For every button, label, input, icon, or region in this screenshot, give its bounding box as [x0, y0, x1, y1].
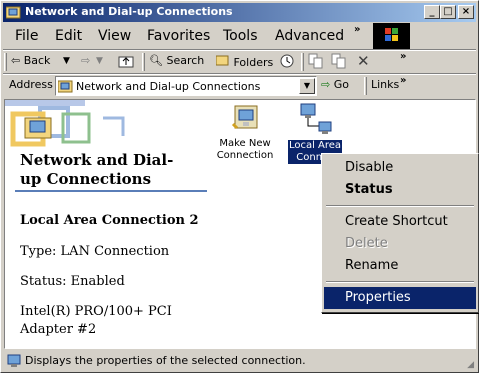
ctx-status[interactable]: Status — [324, 179, 476, 201]
toolbar-separator-2 — [301, 53, 304, 71]
webview-title-line2: up Connections — [20, 170, 152, 188]
forward-arrow-icon[interactable]: ⇨ — [81, 54, 90, 67]
toolbar-chevron[interactable]: » — [400, 51, 406, 62]
ctx-properties[interactable]: Properties — [324, 287, 476, 309]
search-label: Search — [166, 54, 205, 67]
device-name-line2: Adapter #2 — [20, 322, 97, 337]
ctx-separator-2 — [326, 281, 474, 283]
title-bar[interactable]: Network and Dial-up Connections _ □ × — [3, 3, 476, 22]
search-button[interactable]: 🔍︎ Search — [149, 54, 204, 67]
address-dropdown-icon[interactable]: ▼ — [299, 78, 315, 94]
device-name-line1: Intel(R) PRO/100+ PCI — [20, 304, 172, 319]
folders-icon — [215, 55, 234, 69]
context-menu: Disable Status Create Shortcut Delete Re… — [321, 153, 479, 313]
status-connection-icon — [7, 354, 23, 371]
forward-dropdown-icon[interactable]: ▼ — [96, 56, 103, 66]
minimize-button[interactable]: _ — [424, 5, 440, 19]
windows-logo-icon — [373, 23, 410, 49]
resize-grip-icon[interactable]: ◢ — [467, 360, 474, 370]
explorer-window: Network and Dial-up Connections _ □ × Fi… — [0, 0, 479, 373]
toolbar-grip[interactable] — [4, 53, 7, 71]
network-folder-icon — [5, 5, 22, 19]
links-chevron[interactable]: » — [400, 75, 406, 86]
toolbar-separator — [142, 53, 145, 71]
copy-to-icon[interactable] — [331, 53, 347, 72]
status-text: Displays the properties of the selected … — [25, 354, 306, 367]
local-area-connection-icon — [285, 102, 345, 140]
connection-status: Status: Enabled — [20, 274, 125, 289]
address-bar: Address Network and Dial-up Connections … — [3, 75, 476, 97]
folders-label: Folders — [233, 56, 274, 69]
search-icon: 🔍︎ — [149, 54, 163, 67]
address-folder-icon — [57, 79, 74, 96]
go-arrow-icon: ⇨ — [321, 78, 331, 91]
menu-edit[interactable]: Edit — [55, 28, 82, 44]
history-icon[interactable] — [279, 53, 295, 72]
ctx-delete: Delete — [345, 236, 388, 251]
webview-banner-graphic — [5, 100, 145, 153]
maximize-button[interactable]: □ — [440, 5, 456, 19]
go-button[interactable]: ⇨ Go — [321, 78, 349, 91]
menu-advanced[interactable]: Advanced — [275, 28, 344, 44]
webview-divider — [15, 190, 207, 192]
ctx-create-shortcut[interactable]: Create Shortcut — [324, 211, 476, 233]
back-dropdown-icon[interactable]: ▼ — [63, 56, 70, 66]
standard-toolbar: ⇦ Back ▼ ⇨ ▼ 🔍︎ Search Folders ✕ » — [3, 51, 476, 73]
webview-title: Network and Dial- up Connections — [20, 151, 173, 189]
window-title: Network and Dial-up Connections — [25, 5, 233, 18]
address-input[interactable]: Network and Dial-up Connections ▼ — [55, 76, 317, 96]
menu-file[interactable]: File — [15, 28, 38, 44]
ctx-separator-1 — [326, 205, 474, 207]
status-bar: Displays the properties of the selected … — [3, 351, 476, 371]
connection-type: Type: LAN Connection — [20, 244, 170, 259]
make-new-connection-item[interactable]: Make New Connection — [215, 102, 275, 162]
make-new-connection-label: Make New Connection — [216, 138, 274, 161]
delete-x-icon[interactable]: ✕ — [357, 52, 370, 70]
links-button[interactable]: Links — [371, 78, 399, 91]
links-separator — [364, 77, 367, 95]
go-label: Go — [333, 78, 349, 91]
ctx-disable[interactable]: Disable — [324, 157, 476, 179]
back-arrow-icon: ⇦ — [11, 54, 21, 67]
menu-bar: File Edit View Favorites Tools Advanced — [3, 23, 373, 49]
close-button[interactable]: × — [458, 5, 474, 19]
up-folder-icon[interactable] — [118, 53, 134, 72]
address-label: Address — [9, 78, 53, 91]
back-button[interactable]: ⇦ Back — [11, 54, 50, 67]
menu-favorites[interactable]: Favorites — [147, 28, 210, 44]
webview-title-line1: Network and Dial- — [20, 151, 174, 169]
menu-tools[interactable]: Tools — [223, 28, 258, 44]
back-label: Back — [23, 54, 51, 67]
menu-view[interactable]: View — [98, 28, 131, 44]
selected-connection-name: Local Area Connection 2 — [20, 213, 199, 228]
address-value: Network and Dial-up Connections — [76, 80, 261, 93]
menubar-chevron[interactable]: » — [354, 24, 360, 35]
make-new-connection-icon — [215, 102, 275, 138]
folders-button[interactable]: Folders — [215, 54, 274, 69]
ctx-rename[interactable]: Rename — [324, 255, 476, 277]
move-to-icon[interactable] — [308, 53, 324, 72]
